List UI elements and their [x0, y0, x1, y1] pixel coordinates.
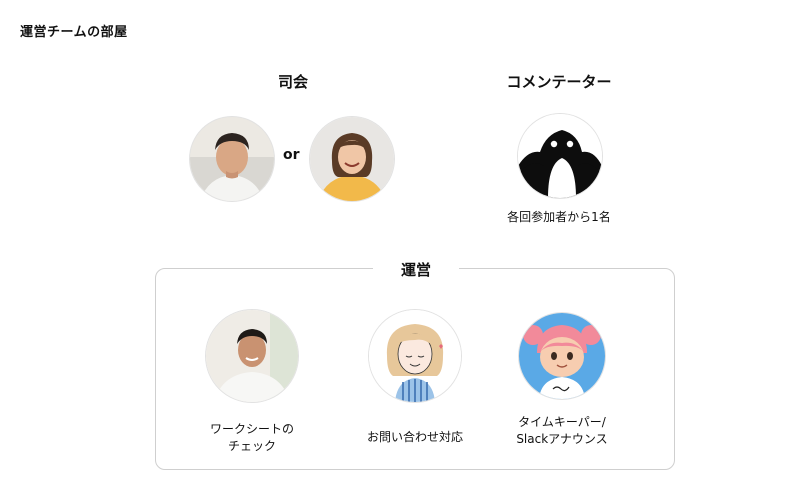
mc-avatar-woman [310, 117, 394, 201]
commentator-heading: コメンテーター [506, 73, 612, 91]
operations-avatar-inquiry [369, 310, 461, 402]
mc-avatar-man [190, 117, 274, 201]
photo-man-icon [190, 117, 274, 201]
caption-line: お問い合わせ対応 [366, 430, 463, 444]
illustration-girl-icon [369, 310, 461, 402]
penguin-icon [518, 114, 602, 198]
commentator-caption: 各回参加者から1名 [507, 210, 611, 224]
villager-icon [519, 313, 605, 399]
operations-avatar-worksheet [206, 310, 298, 402]
caption-line: チェック [227, 439, 276, 453]
operations-caption-timekeeper: タイムキーパー/ Slackアナウンス [502, 414, 622, 448]
page-title: 運営チームの部屋 [20, 25, 128, 40]
caption-line: タイムキーパー/ [518, 415, 606, 429]
photo-man-white-shirt-icon [206, 310, 298, 402]
mc-or-separator: or [283, 147, 300, 163]
mc-heading: 司会 [277, 73, 308, 91]
operations-caption-worksheet: ワークシートの チェック [194, 421, 310, 455]
caption-line: Slackアナウンス [516, 432, 608, 446]
commentator-avatar [518, 114, 602, 198]
caption-line: ワークシートの [209, 422, 294, 436]
operations-avatar-timekeeper [519, 313, 605, 399]
operations-heading: 運営 [373, 259, 459, 280]
photo-woman-icon [310, 117, 394, 201]
operations-caption-inquiry: お問い合わせ対応 [357, 429, 473, 446]
